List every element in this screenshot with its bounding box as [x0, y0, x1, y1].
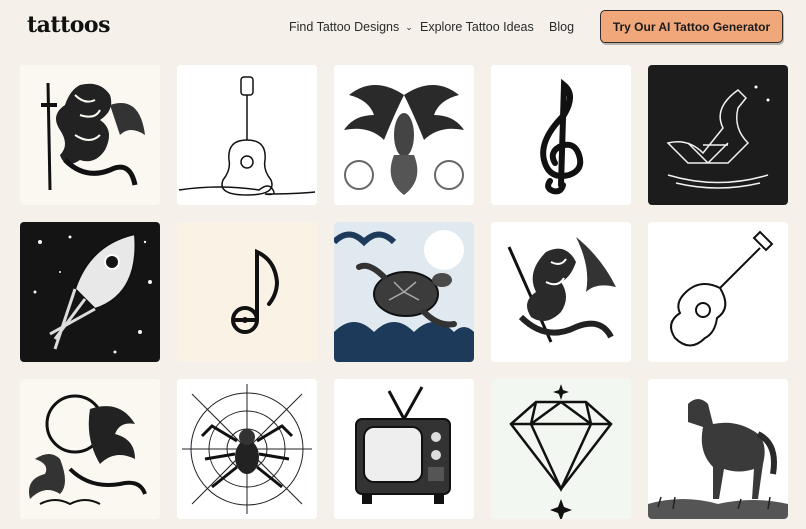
gallery-tile[interactable] — [177, 65, 317, 205]
music-note-image — [177, 222, 317, 362]
diamond-image — [491, 379, 631, 519]
nav-find-label: Find Tattoo Designs — [289, 20, 400, 34]
gallery-tile[interactable] — [334, 222, 474, 362]
gallery-tile[interactable] — [491, 222, 631, 362]
site-logo[interactable]: tattoos — [27, 12, 110, 38]
site-header: tattoos Find Tattoo Designs ⌄ Explore Tat… — [0, 0, 806, 56]
gallery-tile[interactable] — [491, 379, 631, 519]
gallery-tile[interactable] — [648, 379, 788, 519]
guitar-line-art-image — [177, 65, 317, 205]
phoenix-moon-image — [20, 379, 160, 519]
gallery-tile[interactable] — [648, 65, 788, 205]
nav-blog[interactable]: Blog — [549, 20, 574, 34]
phoenix-image — [334, 65, 474, 205]
nav-explore-tattoo-ideas[interactable]: Explore Tattoo Ideas — [420, 20, 534, 34]
gallery-tile[interactable] — [177, 222, 317, 362]
gallery-tile[interactable] — [334, 65, 474, 205]
rocket-space-image — [20, 222, 160, 362]
geometric-swan-image — [648, 65, 788, 205]
gallery-tile[interactable] — [20, 65, 160, 205]
gallery-tile[interactable] — [20, 379, 160, 519]
dragon-sword-image — [20, 65, 160, 205]
dragon-sword-image — [491, 222, 631, 362]
sea-turtle-image — [334, 222, 474, 362]
ai-generator-button[interactable]: Try Our AI Tattoo Generator — [600, 10, 783, 43]
horse-image — [648, 379, 788, 519]
gallery-tile[interactable] — [648, 222, 788, 362]
chevron-down-icon: ⌄ — [405, 22, 413, 32]
gallery-tile[interactable] — [491, 65, 631, 205]
spider-web-image — [177, 379, 317, 519]
gallery-tile[interactable] — [334, 379, 474, 519]
guitar-outline-image — [648, 222, 788, 362]
retro-television-image — [334, 379, 474, 519]
gallery-tile[interactable] — [177, 379, 317, 519]
treble-clef-image — [491, 65, 631, 205]
gallery-tile[interactable] — [20, 222, 160, 362]
nav-find-tattoo-designs[interactable]: Find Tattoo Designs ⌄ — [289, 20, 413, 34]
